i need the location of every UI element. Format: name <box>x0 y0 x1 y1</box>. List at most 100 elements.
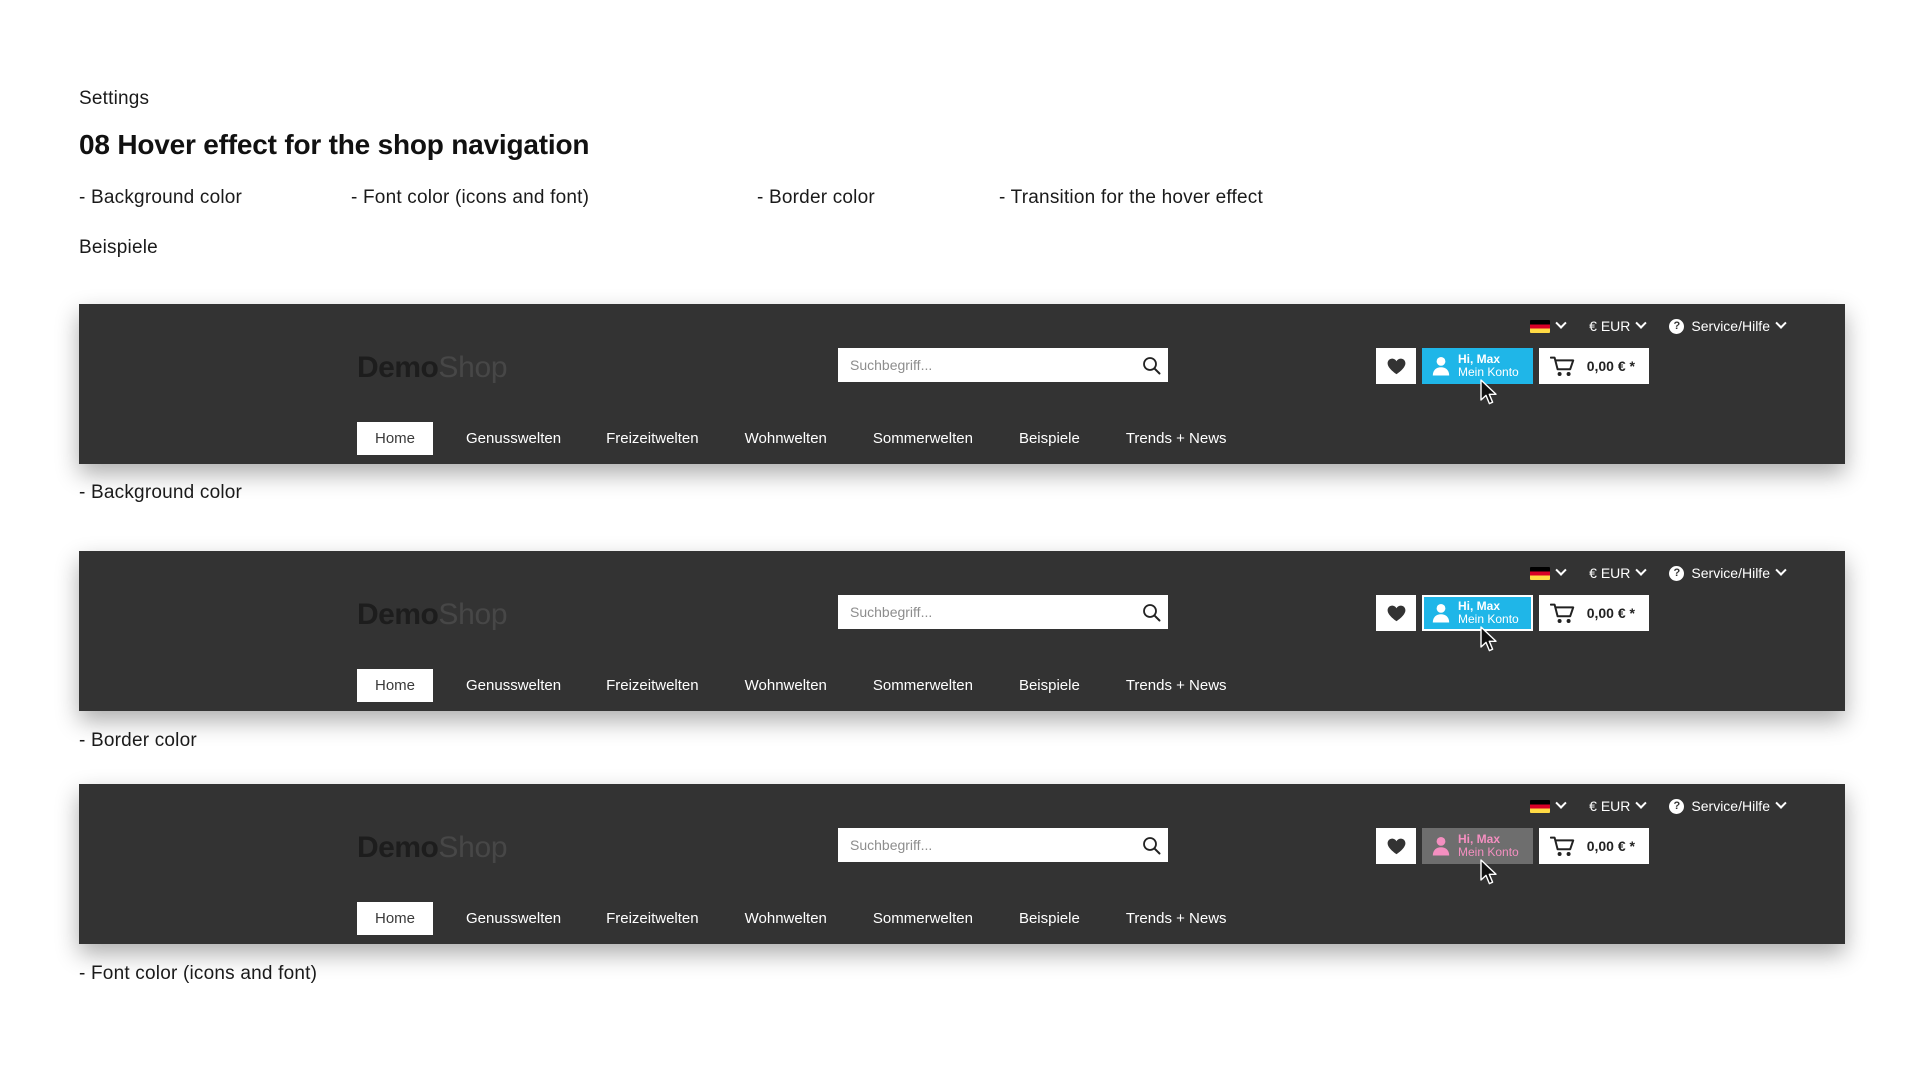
nav-item-beispiele[interactable]: Beispiele <box>1019 904 1080 933</box>
nav-item-home[interactable]: Home <box>357 421 434 455</box>
nav-item-trends-news[interactable]: Trends + News <box>1126 904 1227 933</box>
nav-item-wohnwelten[interactable]: Wohnwelten <box>745 424 827 453</box>
chevron-down-icon <box>1635 564 1648 576</box>
currency-selector[interactable]: € EUR <box>1577 561 1657 585</box>
nav-item-sommerwelten[interactable]: Sommerwelten <box>873 671 973 700</box>
account-button[interactable]: Hi, Max Mein Konto <box>1422 828 1533 864</box>
page-root: Settings 08 Hover effect for the shop na… <box>0 0 1920 1080</box>
search-button[interactable] <box>1134 828 1168 862</box>
search-box <box>838 595 1168 629</box>
cart-button[interactable]: 0,00 € * <box>1538 828 1649 864</box>
chevron-down-icon <box>1775 317 1787 329</box>
account-greeting: Hi, Max <box>1458 598 1501 613</box>
search-icon <box>1142 603 1160 621</box>
wishlist-button[interactable] <box>1376 595 1416 631</box>
nav-item-genusswelten[interactable]: Genusswelten <box>466 424 561 453</box>
shop-main-row: DemoShop Suchbegriff... Hi, Max Mein Kon… <box>79 348 1845 404</box>
search-icon <box>1142 356 1160 374</box>
nav-item-sommerwelten[interactable]: Sommerwelten <box>873 904 973 933</box>
help-icon: ? <box>1669 318 1685 334</box>
property-border-color: - Border color <box>757 187 875 209</box>
nav-item-freizeitwelten[interactable]: Freizeitwelten <box>606 904 699 933</box>
nav-item-beispiele[interactable]: Beispiele <box>1019 671 1080 700</box>
cart-icon <box>1549 603 1574 623</box>
search-input[interactable] <box>838 837 1134 853</box>
flag-de-icon <box>1530 319 1551 333</box>
service-menu[interactable]: ? Service/Hilfe <box>1657 561 1797 585</box>
chevron-down-icon <box>1555 564 1567 576</box>
search-box <box>838 348 1168 382</box>
shop-main-row: DemoShop Suchbegriff... Hi, Max Mein Kon… <box>79 595 1845 651</box>
nav-item-beispiele[interactable]: Beispiele <box>1019 424 1080 453</box>
nav-item-genusswelten[interactable]: Genusswelten <box>466 671 561 700</box>
property-font-color: - Font color (icons and font) <box>351 187 590 209</box>
account-text: Hi, Max Mein Konto <box>1458 351 1519 380</box>
nav-item-freizeitwelten[interactable]: Freizeitwelten <box>606 671 699 700</box>
cart-button[interactable]: 0,00 € * <box>1538 595 1649 631</box>
chevron-down-icon <box>1635 317 1648 329</box>
language-selector[interactable] <box>1518 316 1577 337</box>
heart-icon <box>1387 838 1405 854</box>
user-icon <box>1432 604 1450 623</box>
shop-navigation: Home Genusswelten Freizeitwelten Wohnwel… <box>79 898 1845 938</box>
example-border-color: € EUR ? Service/Hilfe DemoShop Suchbegri… <box>79 551 1845 711</box>
examples-label: Beispiele <box>79 237 158 259</box>
logo-thin: Shop <box>438 831 508 864</box>
service-menu[interactable]: ? Service/Hilfe <box>1657 794 1797 818</box>
cart-icon <box>1549 356 1574 376</box>
shop-logo[interactable]: DemoShop <box>357 600 508 630</box>
wishlist-button[interactable] <box>1376 828 1416 864</box>
shop-logo[interactable]: DemoShop <box>357 831 508 864</box>
service-menu[interactable]: ? Service/Hilfe <box>1657 314 1797 338</box>
help-icon: ? <box>1669 565 1685 581</box>
user-icon <box>1432 837 1450 856</box>
search-button[interactable] <box>1134 348 1168 382</box>
nav-item-sommerwelten[interactable]: Sommerwelten <box>873 424 973 453</box>
language-selector[interactable] <box>1518 563 1577 584</box>
account-button[interactable]: Hi, Max Mein Konto <box>1422 348 1533 384</box>
wishlist-button[interactable] <box>1376 348 1416 384</box>
shop-logo[interactable]: DemoShop <box>357 353 508 383</box>
utility-bar: € EUR ? Service/Hilfe <box>1518 794 1797 818</box>
property-list: - Background color - Font color (icons a… <box>79 187 1479 209</box>
nav-item-wohnwelten[interactable]: Wohnwelten <box>745 904 827 933</box>
cart-button[interactable]: 0,00 € * <box>1538 348 1649 384</box>
account-button[interactable]: Hi, Max Mein Konto <box>1422 595 1533 631</box>
search-button[interactable] <box>1134 595 1168 629</box>
nav-item-trends-news[interactable]: Trends + News <box>1126 424 1227 453</box>
nav-item-wohnwelten[interactable]: Wohnwelten <box>745 671 827 700</box>
chevron-down-icon <box>1775 797 1787 809</box>
account-subtitle: Mein Konto <box>1458 612 1519 626</box>
search-box <box>838 828 1168 862</box>
nav-item-home[interactable]: Home <box>357 901 434 935</box>
utility-bar: € EUR ? Service/Hilfe <box>1518 561 1797 585</box>
shop-actions: Hi, Max Mein Konto 0,00 € * <box>1376 828 1649 864</box>
account-greeting: Hi, Max <box>1458 351 1501 366</box>
flag-de-icon <box>1530 566 1551 580</box>
account-text: Hi, Max Mein Konto <box>1458 832 1519 860</box>
shop-actions: Hi, Max Mein Konto 0,00 € * <box>1376 348 1649 384</box>
shop-header: € EUR ? Service/Hilfe DemoShop Suchbegri… <box>79 784 1845 944</box>
heart-icon <box>1387 605 1405 621</box>
search-icon <box>1142 836 1160 854</box>
example-background-color: € EUR ? Service/Hilfe DemoShop Suchbegri… <box>79 304 1845 464</box>
logo-bold: Demo <box>357 831 439 864</box>
user-icon <box>1432 357 1450 376</box>
help-icon: ? <box>1669 798 1685 814</box>
example-font-color: € EUR ? Service/Hilfe DemoShop Suchbegri… <box>79 784 1845 944</box>
search-input[interactable] <box>838 357 1134 373</box>
shop-header: € EUR ? Service/Hilfe DemoShop Suchbegri… <box>79 551 1845 711</box>
search-input[interactable] <box>838 604 1134 620</box>
currency-label: € EUR <box>1589 318 1631 334</box>
currency-selector[interactable]: € EUR <box>1577 794 1657 818</box>
nav-item-home[interactable]: Home <box>357 668 434 702</box>
nav-item-freizeitwelten[interactable]: Freizeitwelten <box>606 424 699 453</box>
language-selector[interactable] <box>1518 796 1577 817</box>
shop-main-row: DemoShop Suchbegriff... Hi, Max Mein Kon… <box>79 828 1845 884</box>
nav-item-trends-news[interactable]: Trends + News <box>1126 671 1227 700</box>
nav-item-genusswelten[interactable]: Genusswelten <box>466 904 561 933</box>
currency-label: € EUR <box>1589 798 1631 814</box>
service-label: Service/Hilfe <box>1691 318 1770 334</box>
caption-background-color: - Background color <box>79 482 243 503</box>
currency-selector[interactable]: € EUR <box>1577 314 1657 338</box>
